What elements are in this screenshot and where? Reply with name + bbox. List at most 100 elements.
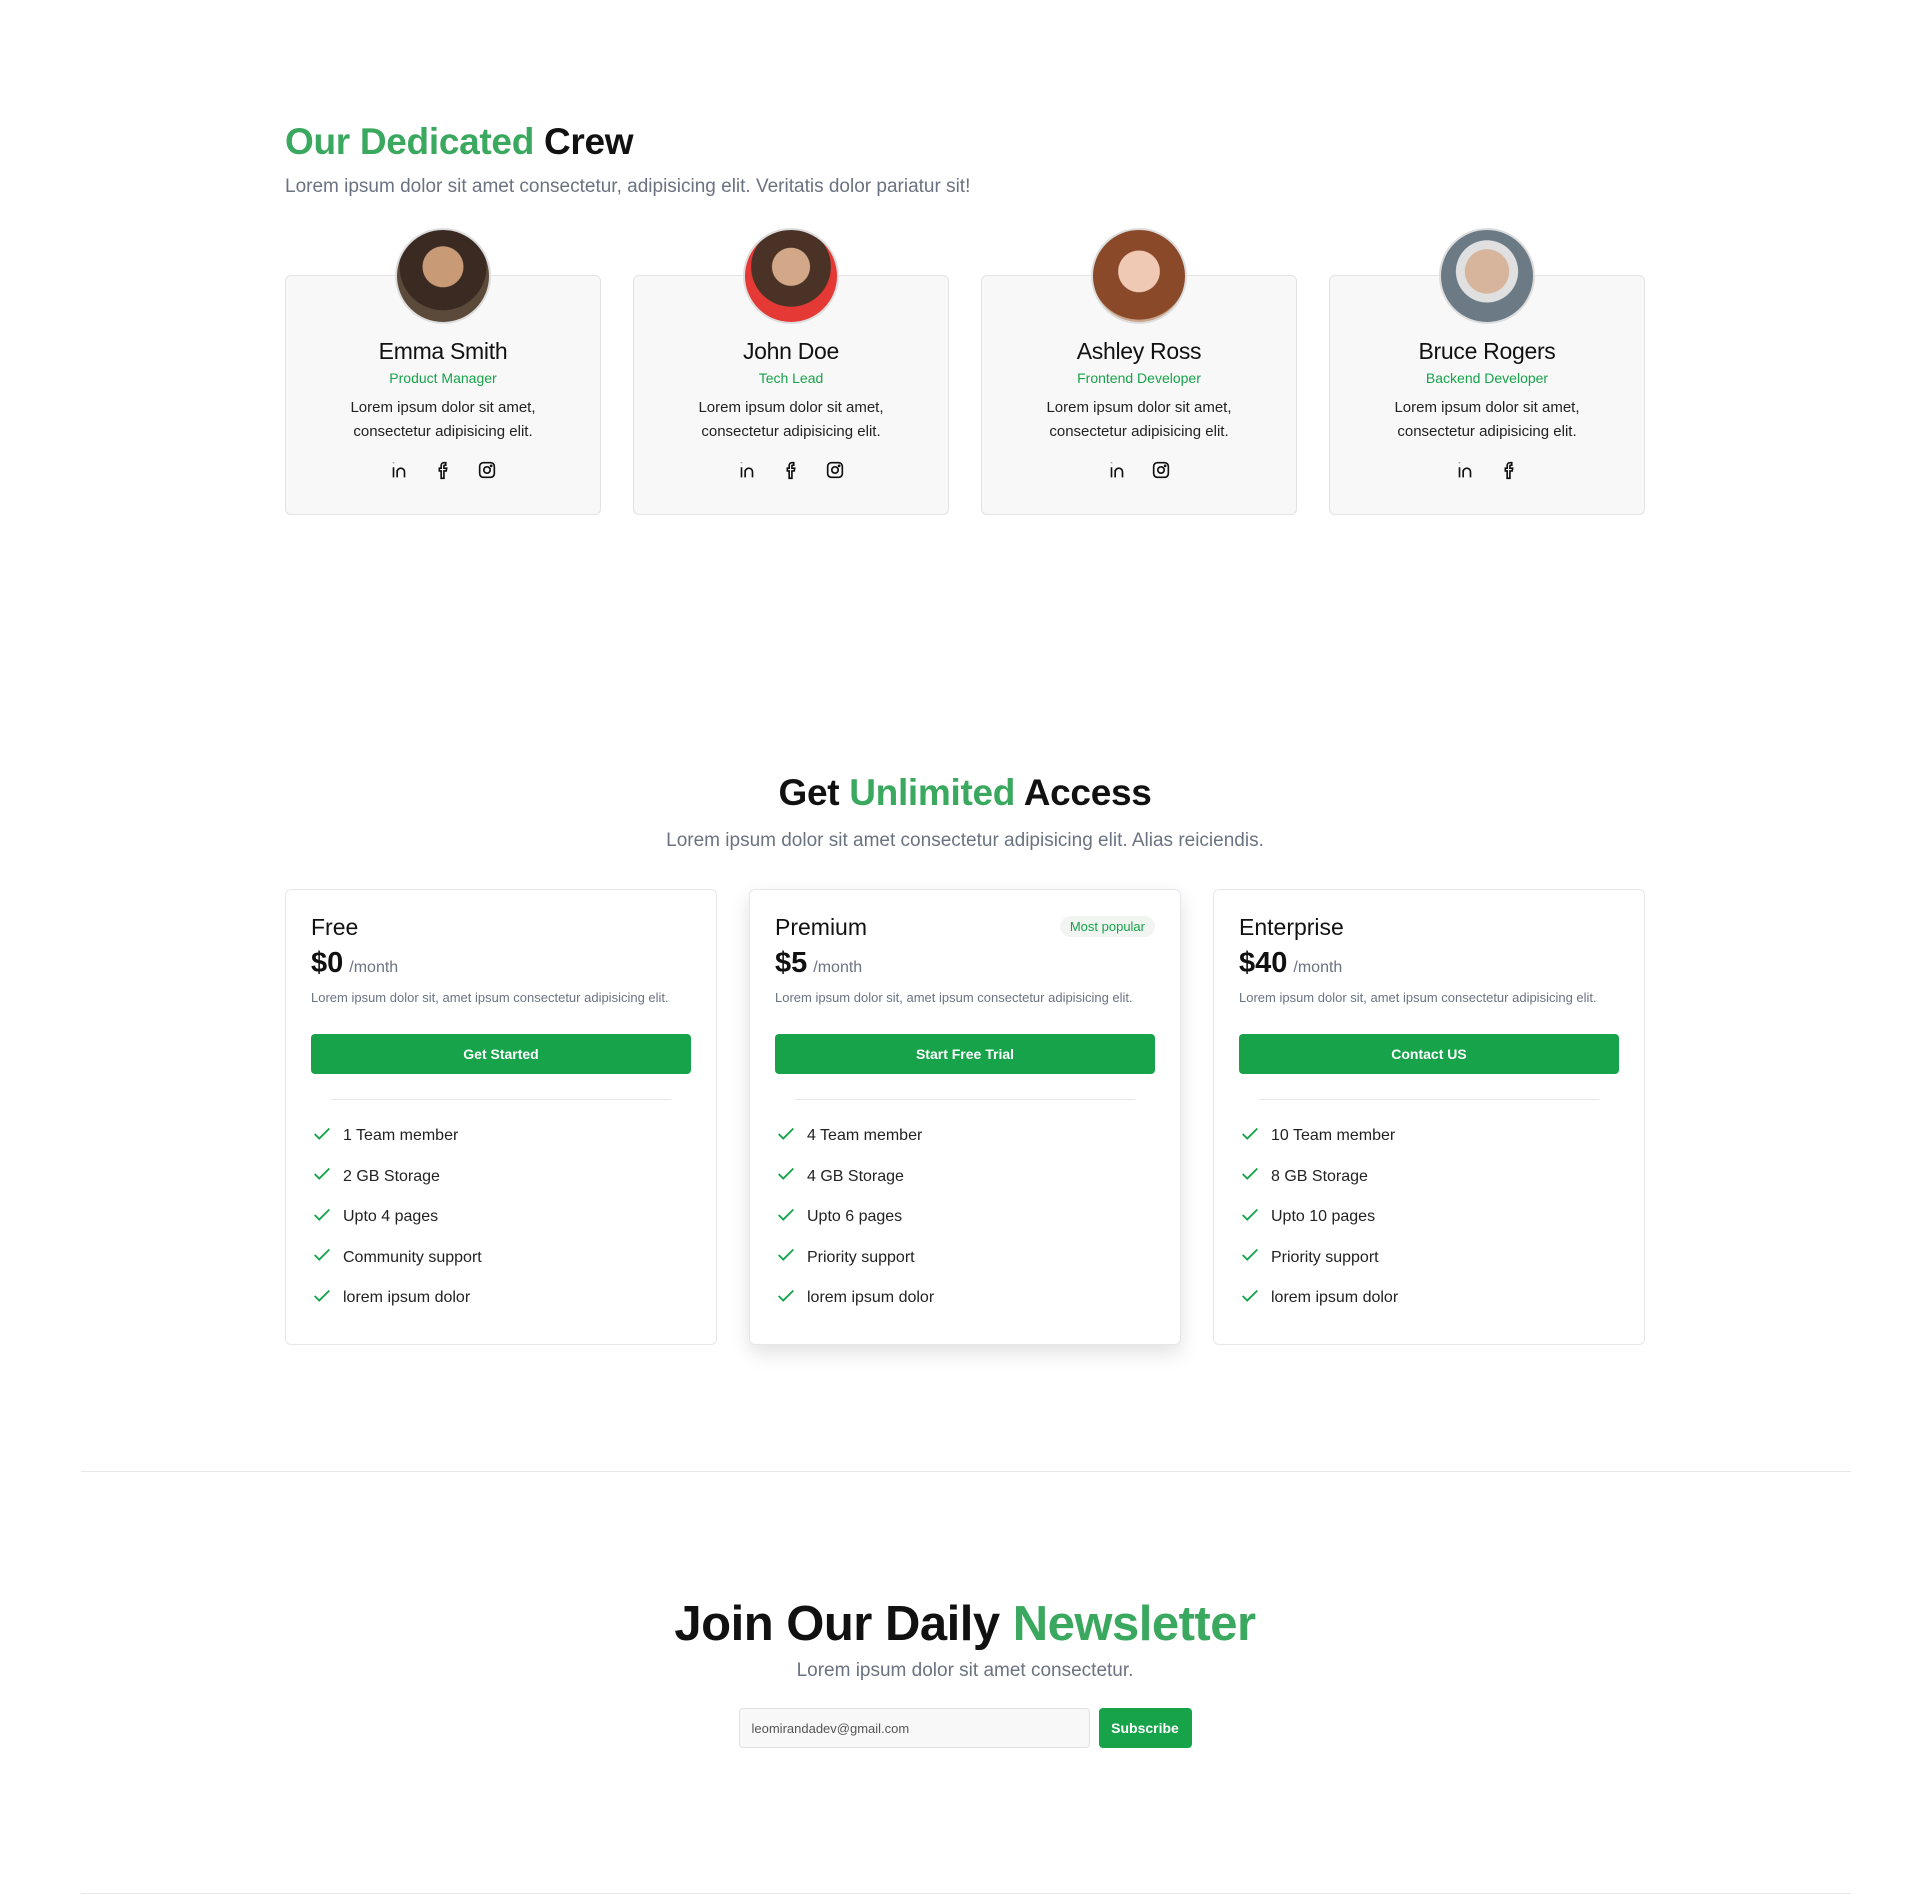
plan-name: Enterprise xyxy=(1239,914,1344,940)
pricing-subtitle: Lorem ipsum dolor sit amet consectetur a… xyxy=(666,830,1264,851)
linkedin-icon[interactable] xyxy=(1105,458,1129,482)
check-icon xyxy=(1239,1163,1261,1190)
avatar xyxy=(395,228,491,324)
team-title-rest: Crew xyxy=(543,121,634,162)
member-desc: Lorem ipsum dolor sit amet, consectetur … xyxy=(350,399,536,440)
feature-label: lorem ipsum dolor xyxy=(343,1289,471,1307)
divider xyxy=(795,1099,1135,1100)
newsletter-form: Subscribe xyxy=(0,1708,1920,1748)
feature-label: Upto 4 pages xyxy=(343,1208,439,1226)
feature-item: 8 GB Storage xyxy=(1239,1157,1619,1198)
newsletter-title: Join Our Daily Newsletter xyxy=(0,1596,1920,1652)
feature-label: Priority support xyxy=(807,1248,915,1266)
check-icon xyxy=(1239,1244,1261,1271)
check-icon xyxy=(1239,1123,1261,1150)
section-divider xyxy=(81,1471,1851,1472)
plan-price: $40/month xyxy=(1239,947,1619,980)
feature-item: 4 Team member xyxy=(775,1116,1155,1157)
facebook-icon[interactable] xyxy=(779,458,803,482)
plan-price: $5/month xyxy=(775,947,1155,980)
price-period: /month xyxy=(349,959,399,976)
instagram-icon[interactable] xyxy=(475,458,499,482)
feature-item: 4 GB Storage xyxy=(775,1157,1155,1198)
pricing-title: Get Unlimited Access xyxy=(0,772,1920,814)
newsletter-title-accent: Newsletter xyxy=(1012,1597,1256,1651)
subscribe-button[interactable]: Subscribe xyxy=(1098,1708,1192,1748)
member-socials xyxy=(1330,458,1644,482)
check-icon xyxy=(775,1204,797,1231)
check-icon xyxy=(775,1244,797,1271)
feature-item: lorem ipsum dolor xyxy=(1239,1278,1619,1319)
check-icon xyxy=(311,1244,333,1271)
start-free-trial-button[interactable]: Start Free Trial xyxy=(775,1034,1155,1074)
plan-price: $0/month xyxy=(311,947,691,980)
check-icon xyxy=(311,1163,333,1190)
feature-item: Priority support xyxy=(1239,1238,1619,1279)
price-period: /month xyxy=(813,959,863,976)
member-desc: Lorem ipsum dolor sit amet, consectetur … xyxy=(1394,399,1580,440)
team-title: Our Dedicated Crew xyxy=(285,120,1645,164)
plan-desc: Lorem ipsum dolor sit, amet ipsum consec… xyxy=(775,990,1133,1005)
member-socials xyxy=(634,458,948,482)
price-amount: $5 xyxy=(775,947,808,979)
member-name: Bruce Rogers xyxy=(1418,338,1556,364)
most-popular-badge: Most popular xyxy=(1059,916,1155,937)
price-amount: $40 xyxy=(1239,947,1288,979)
member-role: Backend Developer xyxy=(1425,370,1549,386)
linkedin-icon[interactable] xyxy=(387,458,411,482)
instagram-icon[interactable] xyxy=(823,458,847,482)
feature-item: Priority support xyxy=(775,1238,1155,1279)
avatar xyxy=(1091,228,1187,324)
member-name: Emma Smith xyxy=(378,338,508,364)
plan-card-enterprise: Enterprise $40/month Lorem ipsum dolor s… xyxy=(1213,889,1645,1345)
price-period: /month xyxy=(1293,959,1343,976)
plan-name: Free xyxy=(311,914,359,940)
feature-label: lorem ipsum dolor xyxy=(1271,1289,1399,1307)
instagram-icon[interactable] xyxy=(1149,458,1173,482)
team-subtitle: Lorem ipsum dolor sit amet consectetur, … xyxy=(285,176,971,197)
feature-item: 1 Team member xyxy=(311,1116,691,1157)
newsletter-title-pre: Join Our Daily xyxy=(674,1597,1000,1651)
check-icon xyxy=(1239,1204,1261,1231)
feature-label: Upto 10 pages xyxy=(1271,1208,1376,1226)
check-icon xyxy=(311,1204,333,1231)
feature-label: 10 Team member xyxy=(1271,1127,1396,1145)
pricing-header: Get Unlimited Access Lorem ipsum dolor s… xyxy=(0,772,1920,852)
check-icon xyxy=(775,1123,797,1150)
team-title-accent: Our Dedicated xyxy=(285,121,534,162)
pricing-title-pre: Get xyxy=(778,772,840,813)
check-icon xyxy=(311,1123,333,1150)
member-name: John Doe xyxy=(742,338,840,364)
newsletter-section: Join Our Daily Newsletter Lorem ipsum do… xyxy=(0,1596,1920,1748)
newsletter-subtitle: Lorem ipsum dolor sit amet consectetur. xyxy=(796,1660,1134,1681)
feature-item: 2 GB Storage xyxy=(311,1157,691,1198)
pricing-title-accent: Unlimited xyxy=(849,772,1016,813)
plan-card-premium: Most popular Premium $5/month Lorem ipsu… xyxy=(749,889,1181,1345)
feature-label: lorem ipsum dolor xyxy=(807,1289,935,1307)
team-section: Our Dedicated Crew Lorem ipsum dolor sit… xyxy=(285,120,1645,515)
check-icon xyxy=(311,1285,333,1312)
feature-label: Priority support xyxy=(1271,1248,1379,1266)
member-desc: Lorem ipsum dolor sit amet, consectetur … xyxy=(1046,399,1232,440)
divider xyxy=(1259,1099,1599,1100)
feature-item: Upto 4 pages xyxy=(311,1197,691,1238)
team-cards: Emma Smith Product Manager Lorem ipsum d… xyxy=(285,228,1645,575)
linkedin-icon[interactable] xyxy=(1453,458,1477,482)
facebook-icon[interactable] xyxy=(1497,458,1521,482)
member-desc: Lorem ipsum dolor sit amet, consectetur … xyxy=(698,399,884,440)
price-amount: $0 xyxy=(311,947,344,979)
member-socials xyxy=(982,458,1296,482)
feature-label: 1 Team member xyxy=(343,1127,459,1145)
email-field[interactable] xyxy=(738,1708,1090,1748)
contact-us-button[interactable]: Contact US xyxy=(1239,1034,1619,1074)
pricing-title-post: Access xyxy=(1023,772,1152,813)
feature-item: Upto 6 pages xyxy=(775,1197,1155,1238)
member-role: Frontend Developer xyxy=(1077,370,1201,386)
feature-label: Community support xyxy=(343,1248,482,1266)
facebook-icon[interactable] xyxy=(431,458,455,482)
member-socials xyxy=(286,458,600,482)
member-role: Tech Lead xyxy=(758,370,824,386)
get-started-button[interactable]: Get Started xyxy=(311,1034,691,1074)
linkedin-icon[interactable] xyxy=(735,458,759,482)
feature-item: lorem ipsum dolor xyxy=(775,1278,1155,1319)
